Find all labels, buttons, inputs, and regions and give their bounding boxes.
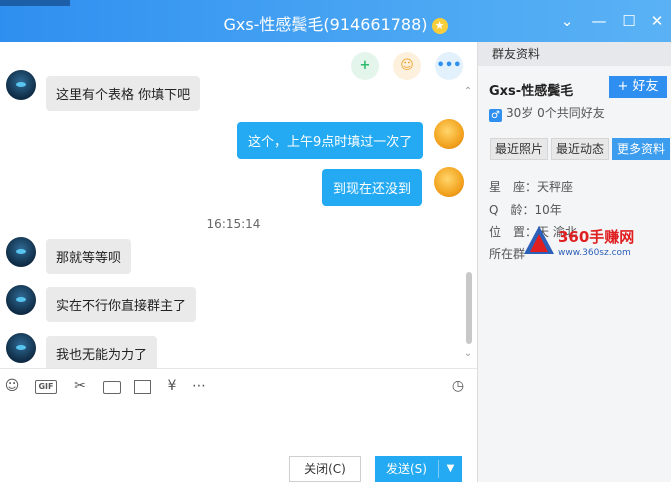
message-bubble: 实在不行你直接群主了 — [46, 287, 197, 322]
avatar[interactable] — [6, 285, 36, 315]
row-label: 所在群 — [489, 247, 526, 261]
row-value: 10年 — [534, 203, 562, 217]
more-icon[interactable]: ⋯ — [189, 377, 209, 395]
more-icon[interactable]: ••• — [435, 52, 463, 80]
profile-row-zodiac: 星 座：天秤座 — [489, 178, 573, 195]
add-friend-button[interactable]: + 好友 — [609, 76, 667, 98]
send-button[interactable]: 发送(S) ▼ — [375, 456, 462, 482]
crown-icon: ★ — [431, 18, 448, 34]
male-icon: ♂ — [489, 109, 502, 122]
message-bubble: 这里有个表格 你填下吧 — [46, 76, 201, 111]
row-label: Q 龄： — [489, 203, 535, 217]
watermark-triangle-inner — [530, 234, 548, 252]
close-button[interactable]: 关闭(C) — [289, 456, 361, 482]
chat-top-icons: + ☺ ••• — [337, 52, 463, 80]
panel-header: 群友资料 — [478, 42, 671, 66]
profile-row-group: 所在群 — [489, 245, 525, 262]
avatar[interactable] — [6, 237, 36, 267]
scroll-down-icon[interactable]: ⌄ — [463, 348, 473, 359]
maximize-icon[interactable]: ☐ — [620, 10, 638, 32]
title-bar: Gxs-性感鬓毛(914661788) ★ ⌄ — ☐ ✕ — [0, 0, 671, 42]
message-bubble: 那就等等呗 — [46, 239, 132, 274]
input-toolbar: ☺ GIF ✂ ¥ ⋯ ◷ — [0, 368, 477, 404]
profile-row-qq-age: Q 龄：10年 — [489, 201, 562, 218]
title-strip — [0, 0, 70, 6]
chevron-down-icon[interactable]: ▼ — [439, 456, 462, 482]
avatar[interactable] — [6, 333, 36, 363]
message-bubble: 这个，上午9点时填过一次了 — [237, 122, 424, 159]
avatar[interactable] — [434, 167, 464, 197]
add-member-icon[interactable]: + — [351, 52, 379, 80]
row-value: 天秤座 — [537, 180, 574, 194]
message-bubble: 到现在还没到 — [322, 169, 423, 206]
tab-recent-photos[interactable]: 最近照片 — [490, 138, 548, 160]
profile-name: Gxs-性感鬓毛 — [489, 84, 574, 99]
watermark-subtext: www.360sz.com — [558, 248, 631, 258]
row-label: 星 座： — [489, 180, 538, 194]
watermark-text: 360手赚网 — [558, 228, 635, 246]
close-icon[interactable]: ✕ — [648, 10, 666, 32]
invite-icon[interactable]: ☺ — [393, 52, 421, 80]
message-input[interactable]: 关闭(C) 发送(S) ▼ — [0, 404, 477, 482]
image-icon[interactable] — [134, 380, 151, 394]
profile-info: ♂ 30岁 0个共同好友 — [489, 104, 605, 122]
red-packet-icon[interactable]: ¥ — [162, 377, 182, 395]
scroll-up-icon[interactable]: ⌃ — [463, 86, 473, 97]
emoji-icon[interactable]: ☺ — [2, 377, 22, 395]
profile-info-text: 30岁 0个共同好友 — [506, 106, 605, 120]
member-profile-panel: 群友资料 Gxs-性感鬓毛 + 好友 ♂ 30岁 0个共同好友 最近照片 最近动态… — [477, 42, 671, 482]
folder-icon[interactable] — [103, 381, 121, 394]
timestamp: 16:15:14 — [206, 217, 261, 231]
scissors-icon[interactable]: ✂ — [70, 377, 90, 395]
scroll-thumb[interactable] — [466, 272, 472, 344]
chat-scrollbar[interactable]: ⌃ ⌄ — [463, 86, 473, 364]
chat-area: + ☺ ••• 这里有个表格 你填下吧 这个，上午9点时填过一次了 到现在还没到 1… — [0, 42, 477, 368]
window-title-text: Gxs-性感鬓毛(914661788) — [223, 15, 428, 34]
avatar[interactable] — [434, 119, 464, 149]
chevron-down-icon[interactable]: ⌄ — [558, 10, 576, 32]
message-bubble: 我也无能为力了 — [46, 336, 158, 368]
tab-more-info[interactable]: 更多资料 — [612, 138, 670, 160]
tab-recent-activity[interactable]: 最近动态 — [551, 138, 609, 160]
avatar[interactable] — [6, 70, 36, 100]
watermark-logo: 360手赚网 www.360sz.com — [524, 222, 654, 262]
gif-icon[interactable]: GIF — [35, 380, 57, 394]
clock-icon[interactable]: ◷ — [448, 377, 468, 395]
minimize-icon[interactable]: — — [590, 10, 608, 32]
send-label: 发送(S) — [386, 462, 427, 476]
